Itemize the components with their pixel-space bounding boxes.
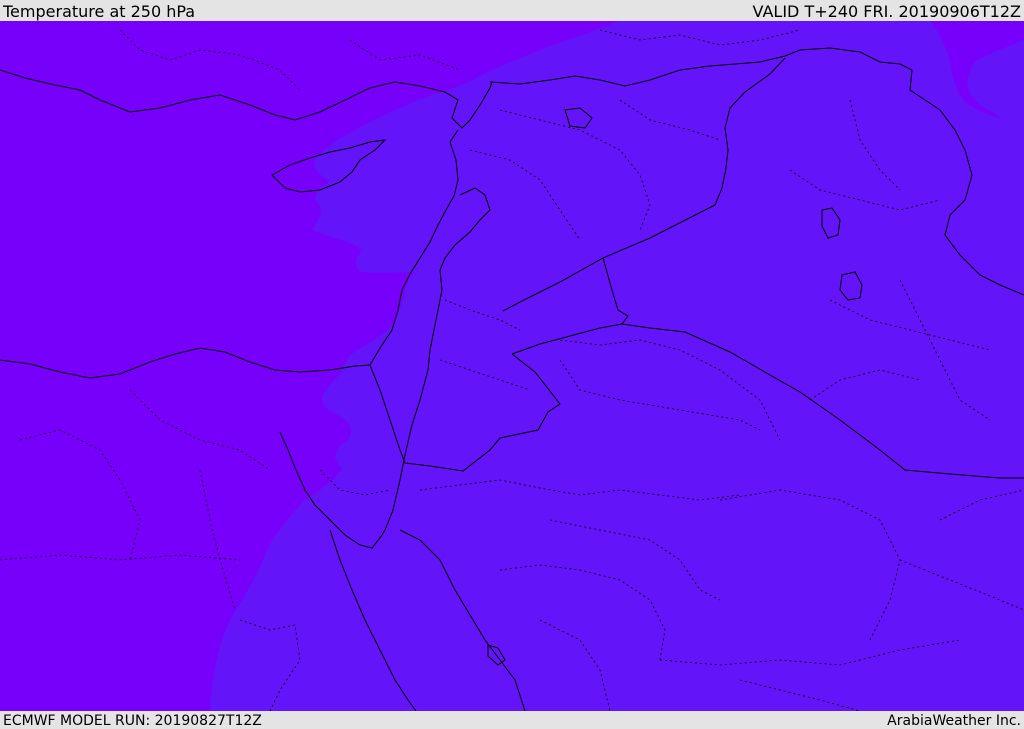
weather-map-page: Temperature at 250 hPa VALID T+240 FRI. … [0, 0, 1024, 729]
model-run-label: ECMWF MODEL RUN: 20190827T12Z [3, 713, 262, 729]
footer-bar: ECMWF MODEL RUN: 20190827T12Z ArabiaWeat… [0, 711, 1024, 729]
credit-label: ArabiaWeather Inc. [887, 713, 1021, 729]
header-bar: Temperature at 250 hPa VALID T+240 FRI. … [0, 0, 1024, 21]
map-canvas [0, 21, 1024, 711]
map-area [0, 21, 1024, 711]
